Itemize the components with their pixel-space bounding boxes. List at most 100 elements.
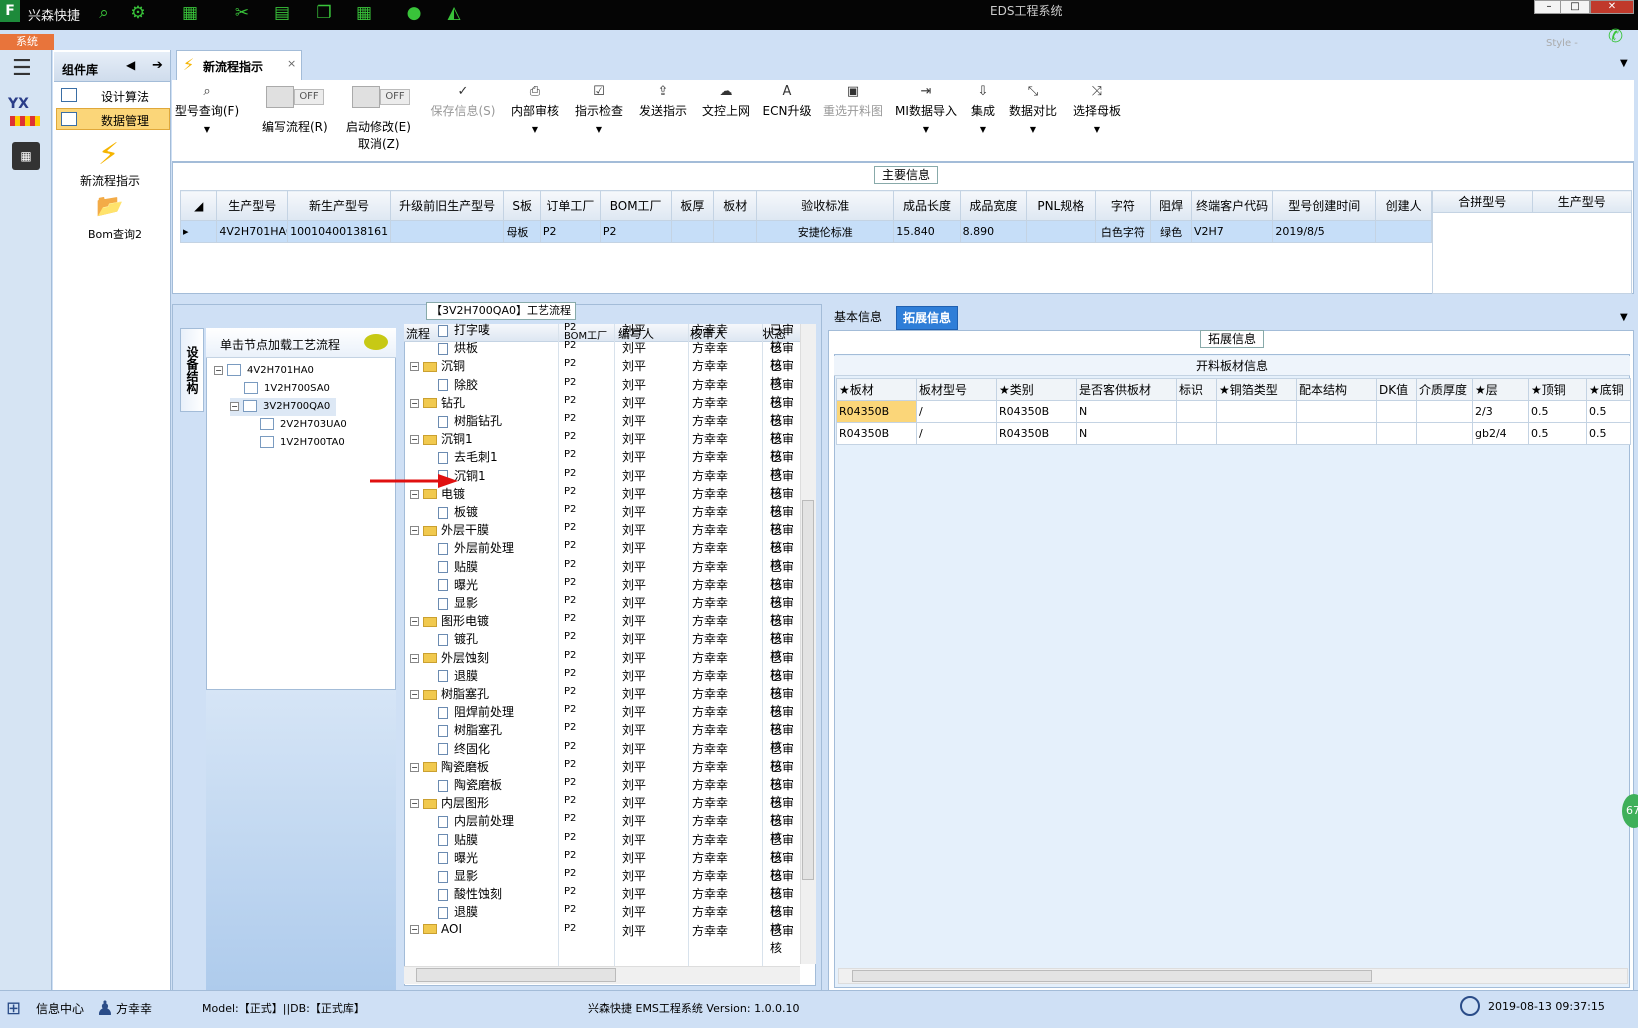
table-cell[interactable]: [1026, 220, 1096, 243]
write-process-toggle[interactable]: OFF: [266, 86, 324, 108]
column-header[interactable]: 生产型号: [216, 190, 289, 221]
table-row[interactable]: R04350B / R04350B N 2/3 0.5 0.5: [836, 400, 1631, 423]
process-row[interactable]: 退膜 P2 刘平 方幸幸 已审核: [404, 666, 800, 700]
windows-icon[interactable]: ⊞: [6, 998, 21, 1019]
column-header[interactable]: 型号创建时间: [1272, 190, 1377, 221]
reselect-cutting-chart-button[interactable]: ▣ 重选开料图: [820, 84, 886, 154]
table-cell[interactable]: 安捷伦标准: [756, 220, 895, 243]
column-header[interactable]: 订单工厂: [539, 190, 601, 221]
table-cell[interactable]: N: [1076, 422, 1177, 445]
process-row[interactable]: 打字唛 P2 刘平 方幸幸 已审核: [404, 320, 800, 354]
column-header[interactable]: PNL规格: [1026, 190, 1096, 221]
column-header[interactable]: 创建人: [1375, 190, 1432, 221]
ecn-upgrade-button[interactable]: A ECN升级: [762, 84, 812, 154]
scrollbar-thumb[interactable]: [802, 500, 814, 880]
expand-icon[interactable]: −: [214, 365, 223, 375]
nav-item-data-management[interactable]: 数据管理: [56, 108, 170, 130]
column-header[interactable]: S板: [503, 190, 541, 221]
expand-icon[interactable]: −: [410, 526, 419, 536]
internal-review-button[interactable]: ⎙ 内部审核 ▼: [508, 84, 562, 154]
expand-icon[interactable]: −: [410, 762, 419, 772]
column-header[interactable]: ★底铜: [1586, 378, 1631, 401]
column-header[interactable]: 介质厚度: [1416, 378, 1473, 401]
gear-icon[interactable]: ⚙: [128, 3, 148, 23]
collapse-left-icon[interactable]: ◀: [126, 58, 135, 72]
table-cell[interactable]: [1375, 220, 1432, 243]
table-cell[interactable]: 0.5: [1586, 422, 1631, 445]
shortcut-bom-query[interactable]: Bom查询2: [88, 226, 142, 242]
tree-node[interactable]: − 4V2H701HA0: [214, 362, 314, 380]
column-header[interactable]: ★板材: [836, 378, 917, 401]
column-header[interactable]: 板材型号: [916, 378, 997, 401]
expand-icon[interactable]: −: [410, 799, 419, 809]
table-cell[interactable]: 15.840: [893, 220, 961, 243]
tab-dropdown-icon[interactable]: ▼: [1620, 312, 1628, 323]
process-row[interactable]: 曝光 P2 刘平 方幸幸 已审核: [404, 575, 800, 609]
process-row[interactable]: − 沉铜 P2 刘平 方幸幸 已审核: [404, 356, 800, 390]
doc-control-online-button[interactable]: ☁ 文控上网: [698, 84, 754, 154]
table-cell[interactable]: [1296, 400, 1377, 423]
close-button[interactable]: ✕: [1590, 0, 1634, 14]
start-edit-toggle[interactable]: OFF: [352, 86, 410, 108]
checkbox[interactable]: [227, 364, 241, 376]
table-cell[interactable]: V2H7: [1190, 220, 1274, 243]
table-cell[interactable]: 8.890: [959, 220, 1028, 243]
tab-new-process[interactable]: ⚡ 新流程指示 ×: [176, 50, 302, 80]
process-row[interactable]: 显影 P2 刘平 方幸幸 已审核: [404, 866, 800, 900]
table-cell[interactable]: 0.5: [1586, 400, 1631, 423]
scrollbar-thumb[interactable]: [416, 968, 616, 982]
table-cell[interactable]: /: [916, 422, 997, 445]
table-cell[interactable]: [713, 220, 758, 243]
table-cell[interactable]: 母板: [503, 220, 541, 243]
menu-icon[interactable]: ☰: [12, 56, 32, 81]
model-query-button[interactable]: ⌕ 型号查询(F) ▼: [174, 84, 240, 154]
table-cell[interactable]: 白色字符: [1094, 220, 1152, 243]
table-icon[interactable]: ▦: [354, 3, 374, 23]
system-tab[interactable]: 系统: [0, 34, 54, 50]
tree-node[interactable]: 1V2H700TA0: [260, 434, 345, 452]
table-cell[interactable]: [389, 220, 505, 243]
table-cell[interactable]: [1376, 422, 1417, 445]
table-cell[interactable]: 绿色: [1150, 220, 1192, 243]
tree-node[interactable]: 2V2H703UA0: [260, 416, 347, 434]
table-cell[interactable]: [1216, 400, 1297, 423]
info-center-link[interactable]: 信息中心: [36, 1000, 84, 1017]
process-row[interactable]: 贴膜 P2 刘平 方幸幸 已审核: [404, 830, 800, 864]
process-row[interactable]: − 沉铜1 P2 刘平 方幸幸 已审核: [404, 429, 800, 463]
table-cell[interactable]: R04350B: [836, 422, 917, 445]
data-compare-button[interactable]: ⤡ 数据对比 ▼: [1006, 84, 1060, 154]
column-header[interactable]: 阻焊: [1150, 190, 1192, 221]
table-cell[interactable]: [670, 220, 715, 243]
copy-icon[interactable]: ❐: [314, 3, 334, 23]
column-header[interactable]: 配本结构: [1296, 378, 1377, 401]
folder-icon[interactable]: 📂: [96, 194, 123, 219]
expand-icon[interactable]: −: [410, 690, 419, 699]
phone-icon[interactable]: ✆: [1608, 26, 1623, 47]
tree-node[interactable]: 1V2H700SA0: [244, 380, 330, 398]
expand-icon[interactable]: −: [230, 401, 239, 411]
column-header[interactable]: ★铜箔类型: [1216, 378, 1297, 401]
process-row[interactable]: 酸性蚀刻 P2 刘平 方幸幸 已审核: [404, 884, 800, 918]
column-header[interactable]: ★顶铜: [1528, 378, 1587, 401]
process-row[interactable]: 除胶 P2 刘平 方幸幸 已审核: [404, 375, 800, 409]
table-cell[interactable]: [1416, 400, 1473, 423]
table-cell[interactable]: [1416, 422, 1473, 445]
process-row[interactable]: 外层前处理 P2 刘平 方幸幸 已审核: [404, 538, 800, 572]
film-icon[interactable]: ▤: [272, 3, 292, 23]
tab-dropdown-icon[interactable]: ▼: [1620, 58, 1628, 69]
column-header[interactable]: 成品长度: [893, 190, 961, 221]
maximize-button[interactable]: □: [1560, 0, 1590, 14]
process-row[interactable]: 镀孔 P2 刘平 方幸幸 已审核: [404, 629, 800, 663]
column-header[interactable]: 终端客户代码: [1190, 190, 1274, 221]
process-row[interactable]: − 钻孔 P2 刘平 方幸幸 已审核: [404, 393, 800, 427]
table-cell[interactable]: 2/3: [1472, 400, 1529, 423]
expand-icon[interactable]: −: [410, 653, 419, 663]
expand-icon[interactable]: −: [410, 617, 419, 627]
table-cell[interactable]: [1176, 400, 1217, 423]
column-header[interactable]: ★类别: [996, 378, 1077, 401]
process-row[interactable]: − 外层干膜 P2 刘平 方幸幸 已审核: [404, 520, 800, 554]
process-row[interactable]: 陶瓷磨板 P2 刘平 方幸幸 已审核: [404, 775, 800, 809]
lightning-icon[interactable]: ⚡: [98, 137, 119, 172]
table-cell[interactable]: [1216, 422, 1297, 445]
search-icon[interactable]: ⌕: [94, 3, 114, 23]
